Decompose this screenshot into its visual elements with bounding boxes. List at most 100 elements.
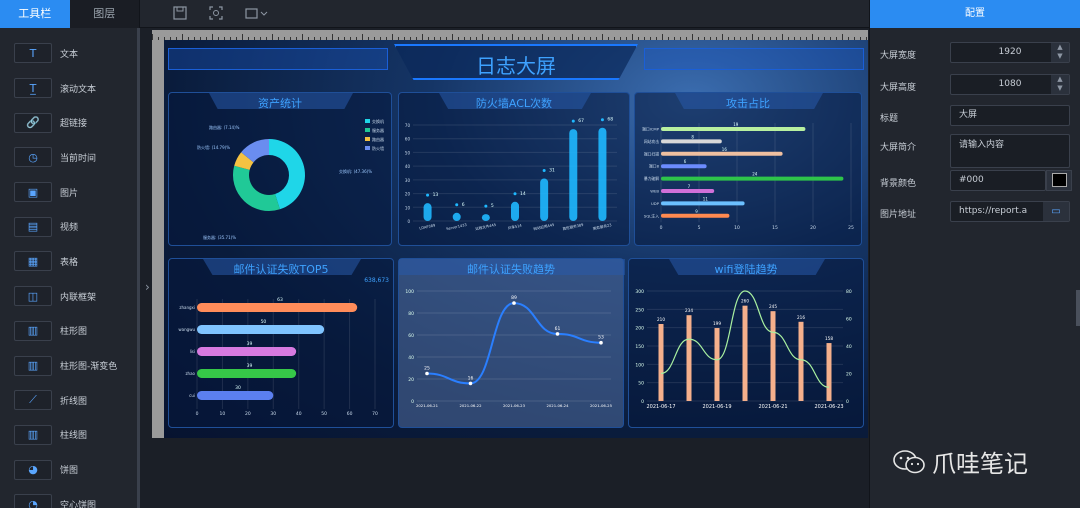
bar — [598, 127, 607, 221]
panel-attack[interactable]: 攻击占比 0 5 10 15 20 25 19 端口ICMP 8 网站攻击 16 端口扫描 6 端口8 24… — [634, 92, 862, 246]
color-picker-button[interactable] — [1046, 170, 1072, 191]
y2-tick-label: 20 — [846, 372, 852, 378]
iframe-icon: ◫ — [14, 286, 52, 307]
description-textarea[interactable]: 请输入内容 — [950, 134, 1070, 168]
width-stepper[interactable]: ▲ ▼ — [1051, 43, 1069, 62]
bar — [714, 328, 720, 401]
tool-item[interactable]: ▥ 柱形图 — [0, 314, 139, 349]
firewall-bar-chart: 0 10 20 30 40 50 60 70 13 LDAP389 6 Server1433 5 远程文件… — [405, 117, 617, 231]
data-label: 25 — [424, 366, 430, 372]
bar-marker — [542, 168, 546, 172]
bar — [452, 212, 461, 221]
panel-wifi[interactable]: wifi登陆趋势 0 50 100 150 200 250 300 0 20 40 60 80 210 2… — [628, 258, 864, 428]
x-tick-label: 5 — [698, 225, 701, 231]
x-tick-label: 网站应用445 — [533, 222, 555, 231]
bar — [481, 214, 490, 221]
pie-chart-icon: ◕ — [14, 459, 52, 480]
title-input[interactable]: 大屏 — [950, 105, 1070, 126]
data-label: 50 — [261, 319, 267, 325]
tool-sidebar: 工具栏 图层 T 文本 T̲ 滚动文本 🔗 超链接 ◷ 当前时间 ▣ 图片 ▤ 视频 ▦ 表格 ◫ 内联框架 ▥… — [0, 0, 140, 508]
y-tick-label: 60 — [405, 137, 411, 142]
bar — [661, 127, 806, 131]
data-label: 216 — [797, 315, 805, 320]
text-icon: T — [14, 43, 52, 64]
panel-firewall[interactable]: 防火墙ACL次数 0 10 20 30 40 50 60 70 13 LDAP389 6 Server… — [398, 92, 630, 246]
data-point — [555, 332, 560, 336]
dashboard-screen[interactable]: 日志大屏 资产统计 交换机: (47.36)% 服务器: (35.71)% 防火墙:… — [164, 40, 868, 438]
data-label: 158 — [825, 336, 833, 341]
slice-label: 路由器: (7.14)% — [209, 124, 240, 130]
x-tick-label: 60 — [347, 411, 353, 417]
tool-item[interactable]: ▥ 柱线图 — [0, 418, 139, 453]
chevron-right-icon[interactable]: › — [145, 280, 150, 294]
screen-title: 日志大屏 — [476, 54, 556, 78]
data-label: 67 — [578, 118, 584, 124]
bar — [540, 178, 549, 221]
data-label: 7 — [688, 184, 691, 189]
bar-chart-icon: ▥ — [14, 320, 52, 341]
tab-layers[interactable]: 图层 — [70, 0, 140, 28]
panel-assets[interactable]: 资产统计 交换机: (47.36)% 服务器: (35.71)% 防火墙: (14.… — [168, 92, 392, 246]
data-label: 68 — [607, 117, 613, 123]
tool-item[interactable]: 🔗 超链接 — [0, 105, 139, 140]
bar — [197, 303, 358, 312]
export-dropdown-icon[interactable] — [244, 6, 270, 22]
tool-label: 当前时间 — [60, 153, 97, 164]
panel-mail-top5[interactable]: 邮件认证失败TOP5 638,673 0 10 20 30 40 50 60 70 63 zhan… — [168, 258, 394, 428]
y-tick-label: 0 — [411, 399, 414, 405]
tool-item[interactable]: ◔ 空心饼图 — [0, 487, 139, 508]
x-tick-label: 25 — [848, 225, 854, 231]
height-input[interactable]: 1080 ▲ ▼ — [950, 74, 1070, 95]
x-tick-label: 共享514 — [507, 222, 522, 230]
header-decor-left — [168, 48, 388, 70]
screenshot-icon[interactable] — [208, 6, 224, 22]
panel-title-mail-trend: 邮件认证失败趋势 — [467, 263, 555, 276]
y2-tick-label: 80 — [846, 289, 852, 295]
x-tick-label: 2021-06-23 — [814, 404, 843, 410]
image-url-input[interactable]: https://report.a ▭ — [950, 201, 1070, 222]
clock-icon: ◷ — [14, 147, 52, 168]
tool-item[interactable]: ◕ 饼图 — [0, 452, 139, 487]
bar-marker — [571, 119, 575, 123]
x-tick-label: 20 — [245, 411, 251, 417]
x-tick-label: 20 — [810, 225, 816, 231]
wifi-bar-line-chart: 0 50 100 150 200 250 300 0 20 40 60 80 210 234 199 260 2… — [635, 289, 852, 410]
tool-item[interactable]: T̲ 滚动文本 — [0, 71, 139, 106]
tool-item[interactable]: ▤ 视频 — [0, 209, 139, 244]
tool-item[interactable]: ▣ 图片 — [0, 175, 139, 210]
save-icon[interactable] — [172, 6, 188, 22]
tool-item[interactable]: ⟋ 折线图 — [0, 383, 139, 418]
y-tick-label: WEB — [650, 189, 659, 194]
y-tick-label: 250 — [635, 307, 644, 313]
tool-item[interactable]: ▥ 柱形图-渐变色 — [0, 348, 139, 383]
wechat-icon — [893, 449, 925, 473]
width-input[interactable]: 1920 ▲ ▼ — [950, 42, 1070, 63]
data-point — [468, 381, 473, 386]
bar — [742, 305, 748, 401]
tab-toolbar[interactable]: 工具栏 — [0, 0, 70, 28]
panel-title-assets: 资产统计 — [258, 97, 302, 110]
tool-item[interactable]: ◫ 内联框架 — [0, 279, 139, 314]
mail-top5-bar-chart: 0 10 20 30 40 50 60 70 63 zhangxi 50 wangwu 39 lisi 39… — [178, 297, 378, 417]
y-tick-label: 30 — [405, 178, 411, 183]
trend-line — [426, 302, 602, 385]
tool-item[interactable]: T 文本 — [0, 36, 139, 71]
tool-label: 饼图 — [60, 466, 79, 477]
height-stepper[interactable]: ▲ ▼ — [1051, 75, 1069, 94]
link-icon: 🔗 — [14, 112, 52, 133]
bg-color-input[interactable]: #000 — [950, 170, 1046, 191]
panel-resize-handle[interactable] — [1076, 290, 1080, 326]
y2-tick-label: 0 — [846, 399, 849, 405]
scroll-text-icon: T̲ — [14, 78, 52, 99]
tool-item[interactable]: ▦ 表格 — [0, 244, 139, 279]
x-tick-label: 2021-06-19 — [702, 404, 731, 410]
bar — [826, 343, 832, 401]
tool-item[interactable]: ◷ 当前时间 — [0, 140, 139, 175]
data-label: 16 — [722, 147, 728, 152]
ruler-vertical — [152, 40, 164, 438]
y-tick-label: 150 — [635, 344, 644, 350]
tool-label: 柱形图 — [60, 327, 88, 338]
folder-icon[interactable]: ▭ — [1043, 202, 1069, 221]
panel-mail-trend[interactable]: 邮件认证失败趋势 0 20 40 60 80 100 25 2021-06-21 16 2021-… — [398, 258, 625, 428]
tool-label: 柱形图-渐变色 — [60, 362, 118, 373]
